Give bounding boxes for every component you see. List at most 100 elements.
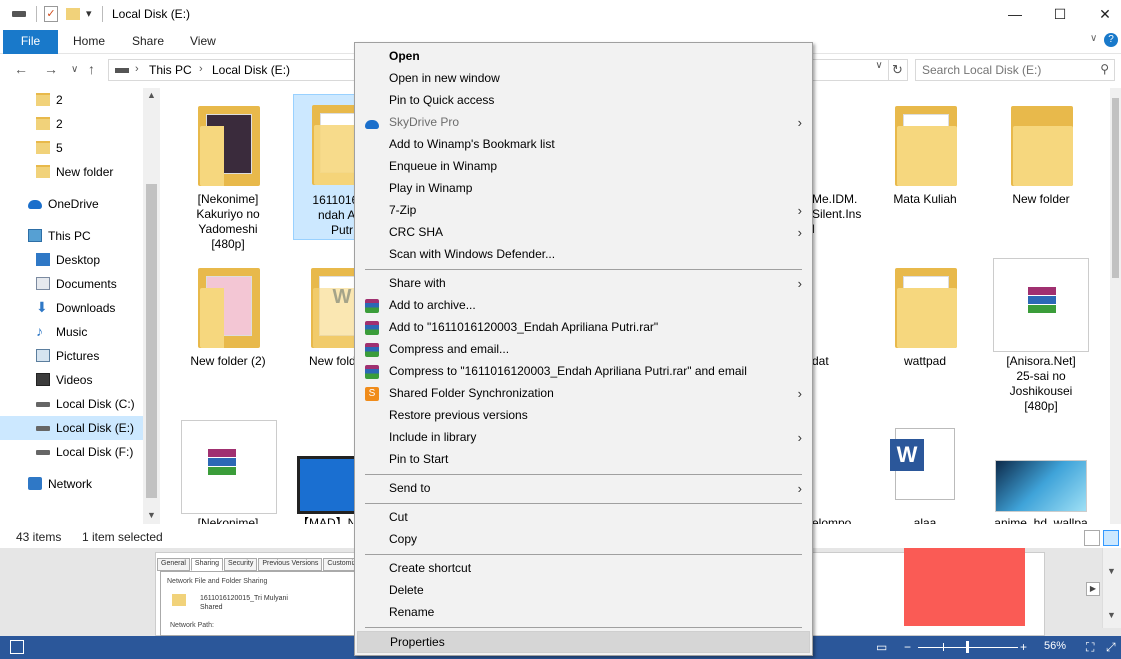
menu-item-crc-sha[interactable]: CRC SHA › — [357, 222, 810, 244]
up-arrow-icon[interactable]: ↑ — [88, 61, 95, 77]
menu-item-pin-quick-access[interactable]: Pin to Quick access — [357, 90, 810, 112]
refresh-icon[interactable]: ↻ — [888, 59, 906, 81]
tab-share[interactable]: Share — [132, 34, 164, 48]
menu-item-play-winamp[interactable]: Play in Winamp — [357, 178, 810, 200]
page-icon[interactable] — [10, 640, 24, 654]
scroll-down-icon[interactable]: ▼ — [1107, 610, 1116, 620]
menu-item-enqueue-winamp[interactable]: Enqueue in Winamp — [357, 156, 810, 178]
zoom-level[interactable]: 56% — [1044, 640, 1066, 652]
file-item[interactable]: W alaa — [877, 420, 973, 524]
menu-item-send-to[interactable]: Send to › — [357, 478, 810, 500]
background-vertical-scrollbar[interactable]: ▼ ▼ — [1102, 548, 1121, 628]
scrollbar-thumb[interactable] — [146, 184, 157, 498]
menu-item-shared-folder-sync[interactable]: S Shared Folder Synchronization › — [357, 383, 810, 405]
nav-item-folder-2b[interactable]: 2 — [0, 112, 143, 136]
menu-item-cut[interactable]: Cut — [357, 507, 810, 529]
menu-item-compress-to-rar-email[interactable]: Compress to "1611016120003_Endah Aprilia… — [357, 361, 810, 383]
file-item[interactable]: Mata Kuliah — [877, 96, 973, 216]
menu-item-open[interactable]: Open — [357, 46, 810, 68]
menu-item-restore-versions[interactable]: Restore previous versions — [357, 405, 810, 427]
menu-separator — [365, 554, 802, 555]
fullscreen-icon[interactable]: ⤢ — [1106, 640, 1116, 655]
nav-item-onedrive[interactable]: OneDrive — [0, 192, 143, 216]
scroll-up-icon[interactable]: ▲ — [147, 90, 156, 100]
help-icon[interactable]: ? — [1104, 33, 1118, 47]
file-item[interactable]: wattpad — [877, 258, 973, 378]
file-item[interactable]: [Nekonime] — [180, 420, 277, 524]
menu-item-scan-defender[interactable]: Scan with Windows Defender... — [357, 244, 810, 266]
search-box[interactable]: ⚲ — [915, 59, 1115, 81]
tab-view[interactable]: View — [190, 34, 216, 48]
file-item[interactable]: anime_hd_wallpa — [993, 420, 1089, 524]
menu-item-include-library[interactable]: Include in library › — [357, 427, 810, 449]
forward-arrow-icon[interactable]: → — [44, 61, 58, 77]
image-thumbnail-icon — [995, 460, 1087, 512]
customize-toolbar-dropdown-icon[interactable]: ▾ — [86, 7, 92, 20]
scroll-down-icon[interactable]: ▼ — [147, 510, 156, 520]
menu-item-open-new-window[interactable]: Open in new window — [357, 68, 810, 90]
nav-item-desktop[interactable]: Desktop — [0, 248, 143, 272]
breadcrumb-chevron-icon[interactable]: › — [199, 63, 203, 75]
recent-locations-dropdown-icon[interactable]: ∨ — [71, 64, 78, 75]
nav-item-documents[interactable]: Documents — [0, 272, 143, 296]
nav-item-downloads[interactable]: ⬇ Downloads — [0, 296, 143, 320]
file-list-scrollbar[interactable] — [1110, 88, 1121, 524]
breadcrumb-chevron-icon[interactable]: › — [135, 63, 139, 75]
tab-file[interactable]: File — [3, 30, 58, 54]
expand-ribbon-icon[interactable]: ∨ — [1090, 33, 1097, 44]
nav-item-local-disk-e[interactable]: Local Disk (E:) — [0, 416, 143, 440]
nav-item-network[interactable]: Network — [0, 472, 143, 496]
menu-item-skydrive-pro[interactable]: SkyDrive Pro › — [357, 112, 810, 134]
breadcrumb-this-pc[interactable]: This PC — [149, 63, 192, 77]
nav-item-new-folder[interactable]: New folder — [0, 160, 143, 184]
menu-item-compress-email[interactable]: Compress and email... — [357, 339, 810, 361]
zoom-out-icon[interactable]: − — [904, 640, 911, 654]
scroll-down-icon[interactable]: ▼ — [1107, 566, 1116, 576]
menu-item-pin-start[interactable]: Pin to Start — [357, 449, 810, 471]
nav-item-local-disk-c[interactable]: Local Disk (C:) — [0, 392, 143, 416]
address-dropdown-icon[interactable]: ∨ — [872, 60, 886, 74]
scroll-right-icon[interactable]: ▶ — [1086, 582, 1100, 596]
close-button[interactable]: ✕ — [1090, 4, 1120, 24]
search-input[interactable] — [922, 63, 1092, 77]
menu-item-7zip[interactable]: 7-Zip › — [357, 200, 810, 222]
menu-item-create-shortcut[interactable]: Create shortcut — [357, 558, 810, 580]
nav-item-music[interactable]: ♪ Music — [0, 320, 143, 344]
zoom-slider-handle[interactable] — [966, 641, 969, 653]
menu-item-add-to-archive[interactable]: Add to archive... — [357, 295, 810, 317]
nav-item-local-disk-f[interactable]: Local Disk (F:) — [0, 440, 143, 464]
tab-home[interactable]: Home — [73, 34, 105, 48]
nav-item-this-pc[interactable]: This PC — [0, 224, 143, 248]
scrollbar-thumb[interactable] — [1112, 98, 1119, 278]
file-item[interactable]: [Nekonime] Kakuriyo no Yadomeshi [480p] — [180, 96, 276, 256]
nav-item-folder-2[interactable]: 2 — [0, 88, 143, 112]
read-mode-icon[interactable]: ▭ — [876, 640, 887, 654]
back-arrow-icon[interactable]: ← — [14, 61, 28, 77]
menu-item-share-with[interactable]: Share with › — [357, 273, 810, 295]
nav-item-pictures[interactable]: Pictures — [0, 344, 143, 368]
maximize-button[interactable]: ☐ — [1045, 4, 1075, 24]
breadcrumb-local-disk-e[interactable]: Local Disk (E:) — [212, 63, 290, 77]
new-folder-icon[interactable] — [66, 8, 80, 20]
file-item[interactable]: [Anisora.Net] 25-sai no Joshikousei [480… — [993, 258, 1089, 418]
menu-item-label: Scan with Windows Defender... — [389, 247, 556, 261]
nav-item-videos[interactable]: Videos — [0, 368, 143, 392]
menu-item-copy[interactable]: Copy — [357, 529, 810, 551]
menu-item-rename[interactable]: Rename — [357, 602, 810, 624]
details-view-icon[interactable] — [1084, 530, 1100, 546]
menu-item-winamp-bookmark[interactable]: Add to Winamp's Bookmark list — [357, 134, 810, 156]
search-icon[interactable]: ⚲ — [1100, 62, 1109, 76]
large-icons-view-icon[interactable] — [1103, 530, 1119, 546]
file-item[interactable]: New folder — [993, 96, 1089, 216]
desktop-icon — [36, 253, 50, 266]
zoom-in-icon[interactable]: + — [1020, 640, 1027, 654]
properties-checkmark-icon[interactable]: ✓ — [44, 6, 58, 22]
minimize-button[interactable]: — — [1000, 4, 1030, 24]
menu-item-properties[interactable]: Properties — [357, 631, 810, 653]
fit-page-icon[interactable]: ⛶ — [1086, 640, 1094, 655]
nav-item-folder-5[interactable]: 5 — [0, 136, 143, 160]
navigation-pane-scrollbar[interactable]: ▲ ▼ — [143, 88, 160, 524]
file-item[interactable]: New folder (2) — [180, 258, 276, 378]
menu-item-delete[interactable]: Delete — [357, 580, 810, 602]
menu-item-add-to-rar[interactable]: Add to "1611016120003_Endah Apriliana Pu… — [357, 317, 810, 339]
